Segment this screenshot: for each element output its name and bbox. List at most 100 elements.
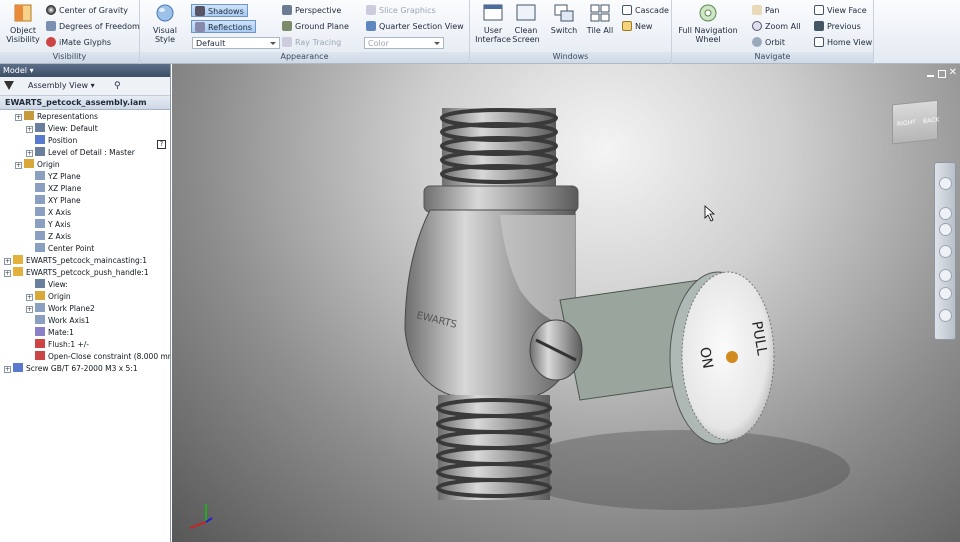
expander-icon[interactable]: + [26, 126, 33, 133]
view-face-icon [814, 5, 824, 15]
cascade-button[interactable]: Cascade [622, 4, 669, 17]
panel-header[interactable]: Model ▾? [0, 64, 170, 149]
orbit-icon [752, 37, 762, 47]
minimize-icon[interactable] [927, 75, 934, 77]
restore-icon[interactable] [938, 70, 946, 78]
tree-node-icon [35, 279, 45, 288]
new-window-icon [622, 21, 632, 31]
tree-node-label: Level of Detail : Master [48, 148, 135, 157]
tree-xz-plane[interactable]: XZ Plane [26, 183, 81, 195]
center-of-gravity-toggle[interactable]: Center of Gravity [46, 4, 128, 17]
tree-flush[interactable]: Flush:1 +/- [26, 339, 89, 351]
previous-view-button[interactable]: Previous [814, 20, 861, 33]
tree-push-handle[interactable]: + EWARTS_petcock_push_handle:1 [4, 267, 149, 279]
perspective-button[interactable]: Perspective [282, 4, 341, 17]
tree-origin[interactable]: + Origin [15, 159, 60, 171]
navigation-wheel-icon [699, 4, 717, 22]
expander-icon[interactable]: + [26, 306, 33, 313]
tree-mate[interactable]: Mate:1 [26, 327, 74, 339]
tree-position[interactable]: Position [26, 135, 77, 147]
tree-maincasting[interactable]: + EWARTS_petcock_maincasting:1 [4, 255, 147, 267]
tree-work-axis1[interactable]: Work Axis1 [26, 315, 90, 327]
zoom-icon [752, 21, 762, 31]
filter-icon[interactable] [4, 81, 14, 91]
model-browser-panel: Model ▾? Assembly View ▾ ⚲ EWARTS_petcoc… [0, 64, 171, 542]
tree-node-label: EWARTS_petcock_maincasting:1 [26, 256, 148, 265]
tree-node-label: Work Plane2 [48, 304, 95, 313]
tree-view-default[interactable]: + View: Default [26, 123, 98, 135]
ground-plane-button[interactable]: Ground Plane [282, 20, 349, 33]
degrees-of-freedom-toggle[interactable]: Degrees of Freedom [46, 20, 140, 33]
tree-open-close-constraint[interactable]: Open-Close constraint (8.000 mm) [26, 351, 170, 363]
reflections-toggle[interactable]: Reflections [191, 20, 256, 33]
steering-wheel-icon[interactable] [939, 177, 952, 190]
zoom-nav-icon[interactable] [939, 223, 952, 236]
expander-icon[interactable]: + [26, 150, 33, 157]
tree-work-plane2[interactable]: + Work Plane2 [26, 303, 95, 315]
assembly-title[interactable]: EWARTS_petcock_assembly.iam [0, 96, 170, 110]
tree-center-point[interactable]: Center Point [26, 243, 94, 255]
tree-node-icon [35, 147, 45, 156]
switch-button[interactable]: Switch [548, 3, 580, 35]
imate-glyphs-toggle[interactable]: iMate Glyphs [46, 36, 111, 49]
tree-z-axis[interactable]: Z Axis [26, 231, 71, 243]
tree-x-axis[interactable]: X Axis [26, 207, 71, 219]
imate-icon [46, 37, 56, 47]
clean-screen-button[interactable]: Clean Screen [510, 3, 542, 44]
tree-node-icon [35, 135, 45, 144]
tree-node-icon [35, 231, 45, 240]
find-binoculars-icon[interactable]: ⚲ [114, 81, 121, 91]
full-navigation-wheel-button[interactable]: Full Navigation Wheel [676, 3, 740, 44]
orbit-nav-icon[interactable] [939, 245, 952, 258]
ray-tracing-button[interactable]: Ray Tracing [282, 36, 341, 49]
tree-node-label: Representations [37, 112, 98, 121]
ribbon: Object Visibility Center of Gravity Degr… [0, 0, 960, 64]
tree-representations[interactable]: + Representations [15, 111, 98, 123]
tree-node-label: EWARTS_petcock_push_handle:1 [26, 268, 149, 277]
pan-icon[interactable] [939, 207, 952, 220]
tree-xy-plane[interactable]: XY Plane [26, 195, 81, 207]
tile-all-button[interactable]: Tile All [584, 3, 616, 35]
view-face-nav-icon[interactable] [939, 269, 952, 282]
shadows-toggle[interactable]: Shadows [191, 4, 248, 17]
home-icon [814, 37, 824, 47]
tree-node-icon [35, 123, 45, 132]
tree-screw[interactable]: + Screw GB/T 67-2000 M3 x 5:1 [4, 363, 138, 375]
viewcube[interactable]: RIGHT BACK [892, 99, 939, 145]
tree-level-of-detail[interactable]: + Level of Detail : Master [26, 147, 135, 159]
tree-node-label: YZ Plane [48, 172, 81, 181]
expander-icon[interactable]: + [4, 270, 11, 277]
window-close-icon[interactable]: ✕ [949, 67, 957, 78]
slice-graphics-button[interactable]: Slice Graphics [366, 4, 436, 17]
home-view-button[interactable]: Home View [814, 36, 872, 49]
tree-node-icon [24, 159, 34, 168]
appearance-style-dropdown[interactable]: Default [192, 37, 280, 49]
assembly-view-dropdown[interactable]: Assembly View ▾ [28, 81, 95, 90]
user-interface-button[interactable]: User Interface [474, 3, 512, 44]
orbit-button[interactable]: Orbit [752, 36, 785, 49]
color-dropdown[interactable]: Color [364, 37, 444, 49]
knob-indicator [726, 351, 738, 363]
view-face-button[interactable]: View Face [814, 4, 867, 17]
tree-view[interactable]: View: [26, 279, 68, 291]
expander-icon[interactable]: + [4, 258, 11, 265]
tree-node-label: Center Point [48, 244, 95, 253]
tree-handle-origin[interactable]: + Origin [26, 291, 71, 303]
tree-y-axis[interactable]: Y Axis [26, 219, 71, 231]
new-window-button[interactable]: New [622, 20, 652, 33]
expander-icon[interactable]: + [4, 366, 11, 373]
zoom-all-button[interactable]: Zoom All [752, 20, 801, 33]
viewcube-back-face[interactable]: BACK [923, 100, 939, 142]
viewport-3d[interactable]: EWARTS PULL ON ✕ RIGHT BACK [172, 64, 960, 542]
viewcube-right-face[interactable]: RIGHT [897, 103, 916, 145]
expander-icon[interactable]: + [15, 114, 22, 121]
tree-yz-plane[interactable]: YZ Plane [26, 171, 81, 183]
expander-icon[interactable]: + [15, 162, 22, 169]
customize-nav-icon[interactable] [939, 309, 952, 322]
pan-button[interactable]: Pan [752, 4, 779, 17]
look-at-icon[interactable] [939, 287, 952, 300]
visual-style-button[interactable]: Visual Style [142, 3, 188, 44]
expander-icon[interactable]: + [26, 294, 33, 301]
quarter-section-view-button[interactable]: Quarter Section View [366, 20, 464, 33]
object-visibility-button[interactable]: Object Visibility [4, 3, 42, 44]
